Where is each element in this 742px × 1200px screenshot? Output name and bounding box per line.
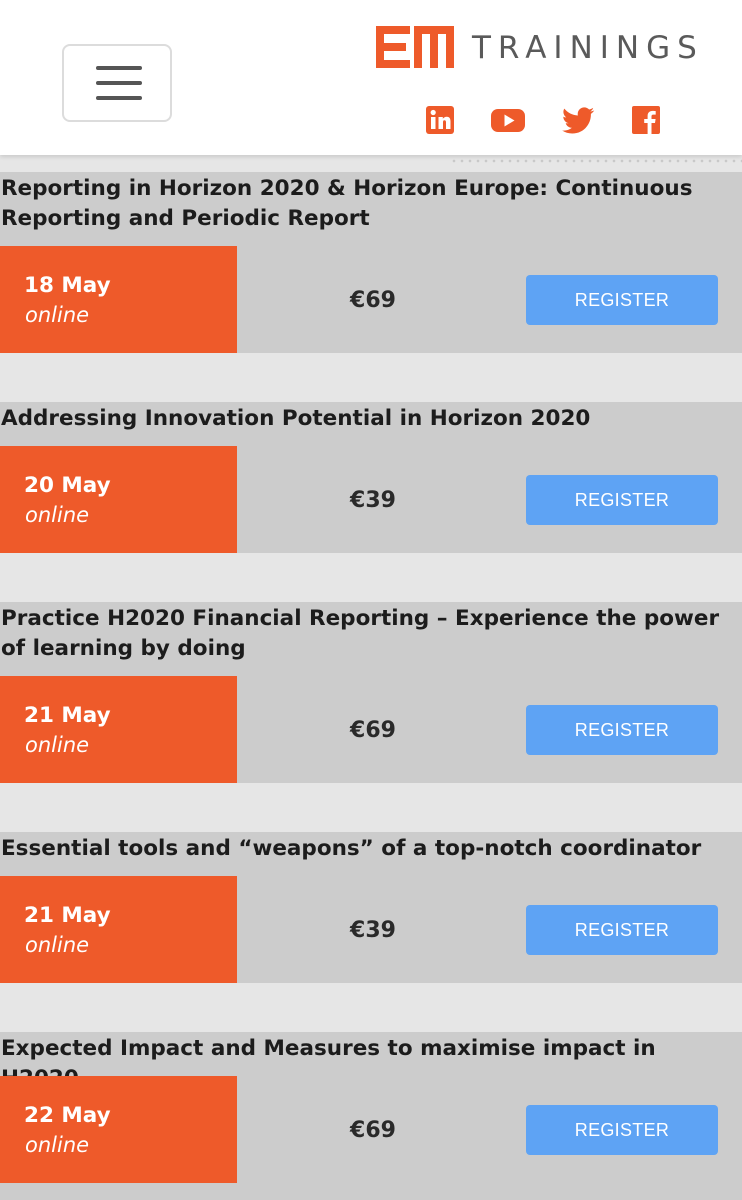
event-date-box: 21 May online	[0, 676, 237, 783]
event-price: €69	[350, 1118, 396, 1143]
event-card: Expected Impact and Measures to maximise…	[0, 1032, 742, 1200]
linkedin-icon[interactable]	[422, 102, 458, 138]
register-button[interactable]: REGISTER	[526, 905, 718, 955]
brand-name: TRAININGS	[472, 30, 704, 66]
facebook-icon[interactable]	[628, 102, 664, 138]
event-date-box: 18 May online	[0, 246, 237, 353]
event-card: Practice H2020 Financial Reporting – Exp…	[0, 602, 742, 783]
event-date-box: 21 May online	[0, 876, 237, 983]
register-button[interactable]: REGISTER	[526, 705, 718, 755]
event-title[interactable]: Addressing Innovation Potential in Horiz…	[1, 404, 731, 434]
hamburger-bar	[96, 81, 142, 85]
hamburger-bar	[96, 96, 142, 100]
event-price: €69	[350, 718, 396, 743]
event-card: Essential tools and “weapons” of a top-n…	[0, 832, 742, 983]
em-logo-icon	[376, 26, 454, 68]
event-card: Addressing Innovation Potential in Horiz…	[0, 402, 742, 553]
event-date: 21 May	[24, 903, 111, 928]
event-date: 20 May	[24, 473, 111, 498]
event-price: €69	[350, 288, 396, 313]
event-title[interactable]: Reporting in Horizon 2020 & Horizon Euro…	[1, 174, 731, 234]
twitter-icon[interactable]	[560, 102, 596, 138]
event-title[interactable]: Essential tools and “weapons” of a top-n…	[1, 834, 731, 864]
event-price: €39	[350, 918, 396, 943]
event-date-box: 20 May online	[0, 446, 237, 553]
event-location: online	[25, 1133, 90, 1157]
hamburger-menu-button[interactable]	[62, 44, 172, 122]
event-date: 18 May	[24, 273, 111, 298]
event-card: Reporting in Horizon 2020 & Horizon Euro…	[0, 172, 742, 353]
register-button[interactable]: REGISTER	[526, 1105, 718, 1155]
event-title[interactable]: Practice H2020 Financial Reporting – Exp…	[1, 604, 731, 664]
event-location: online	[25, 733, 90, 757]
event-price: €39	[350, 488, 396, 513]
event-location: online	[25, 303, 90, 327]
event-date: 21 May	[24, 703, 111, 728]
site-header: TRAININGS	[0, 0, 742, 155]
register-button[interactable]: REGISTER	[526, 475, 718, 525]
site-logo[interactable]: TRAININGS	[376, 26, 716, 68]
hamburger-menu-icon	[96, 66, 142, 70]
event-date-box: 22 May online	[0, 1076, 237, 1183]
event-date: 22 May	[24, 1103, 111, 1128]
register-button[interactable]: REGISTER	[526, 275, 718, 325]
event-location: online	[25, 933, 90, 957]
event-location: online	[25, 503, 90, 527]
youtube-icon[interactable]	[490, 102, 526, 138]
decorative-dots	[450, 158, 742, 164]
